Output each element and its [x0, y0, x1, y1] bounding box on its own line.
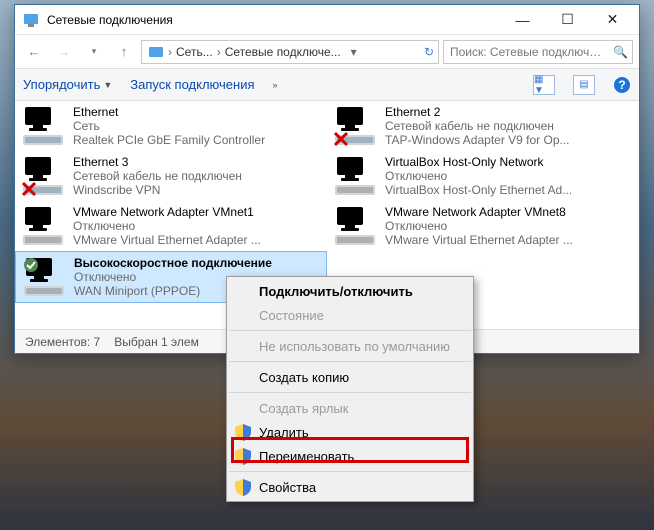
cm-properties[interactable]: Свойства — [227, 475, 473, 499]
adapter-virtualbox[interactable]: VirtualBox Host-Only Network Отключено V… — [327, 151, 639, 201]
app-icon — [23, 12, 39, 28]
cm-shortcut: Создать ярлык — [227, 396, 473, 420]
adapter-icon — [333, 155, 379, 197]
recent-button[interactable]: ▾ — [81, 39, 107, 65]
cm-status: Состояние — [227, 303, 473, 327]
adapter-icon — [22, 256, 68, 298]
adapter-icon — [21, 105, 67, 147]
navbar: ← → ▾ ↑ › Сеть... › Сетевые подключе... … — [15, 35, 639, 69]
window-title: Сетевые подключения — [47, 13, 500, 27]
adapter-vmnet8[interactable]: VMware Network Adapter VMnet8 Отключено … — [327, 201, 639, 251]
adapter-ethernet[interactable]: Ethernet Сеть Realtek PCIe GbE Family Co… — [15, 101, 327, 151]
breadcrumb-item-2[interactable]: Сетевые подключе... — [225, 45, 341, 59]
cm-nodefault: Не использовать по умолчанию — [227, 334, 473, 358]
adapter-ethernet3[interactable]: Ethernet 3 Сетевой кабель не подключен W… — [15, 151, 327, 201]
context-menu: Подключить/отключить Состояние Не исполь… — [226, 276, 474, 502]
adapter-icon — [21, 155, 67, 197]
adapter-icon — [333, 205, 379, 247]
minimize-button[interactable]: — — [500, 6, 545, 34]
search-input[interactable]: Поиск: Сетевые подключен... 🔍 — [443, 40, 633, 64]
adapter-icon — [21, 205, 67, 247]
view-button-1[interactable]: ▦ ▼ — [533, 75, 555, 95]
organize-button[interactable]: Упорядочить▼ — [23, 77, 112, 92]
status-selected: Выбран 1 элем — [114, 335, 199, 349]
search-icon[interactable]: 🔍 — [613, 45, 628, 59]
view-button-2[interactable]: ▤ — [573, 75, 595, 95]
adapter-ethernet2[interactable]: Ethernet 2 Сетевой кабель не подключен T… — [327, 101, 639, 151]
status-count: Элементов: 7 — [25, 335, 100, 349]
titlebar[interactable]: Сетевые подключения — ☐ ✕ — [15, 5, 639, 35]
cm-connect[interactable]: Подключить/отключить — [227, 279, 473, 303]
folder-icon — [148, 44, 164, 60]
toolbar-more-icon[interactable]: » — [273, 80, 278, 90]
cm-rename[interactable]: Переименовать — [227, 444, 473, 468]
breadcrumb-item-1[interactable]: Сеть... — [176, 45, 213, 59]
toolbar: Упорядочить▼ Запуск подключения » ▦ ▼ ▤ … — [15, 69, 639, 101]
maximize-button[interactable]: ☐ — [545, 6, 590, 34]
back-button[interactable]: ← — [21, 39, 47, 65]
cm-copy[interactable]: Создать копию — [227, 365, 473, 389]
up-button[interactable]: ↑ — [111, 39, 137, 65]
forward-button[interactable]: → — [51, 39, 77, 65]
breadcrumb[interactable]: › Сеть... › Сетевые подключе... ▾ ↻ — [141, 40, 439, 64]
shield-icon — [235, 479, 251, 496]
help-icon[interactable]: ? — [613, 76, 631, 94]
shield-icon — [235, 448, 251, 465]
shield-icon — [235, 424, 251, 441]
cm-delete[interactable]: Удалить — [227, 420, 473, 444]
refresh-icon[interactable]: ↻ — [424, 45, 434, 59]
close-button[interactable]: ✕ — [590, 6, 635, 34]
adapter-icon — [333, 105, 379, 147]
start-connection-button[interactable]: Запуск подключения — [130, 77, 254, 92]
search-placeholder: Поиск: Сетевые подключен... — [450, 45, 607, 59]
adapter-vmnet1[interactable]: VMware Network Adapter VMnet1 Отключено … — [15, 201, 327, 251]
svg-text:?: ? — [618, 78, 625, 92]
